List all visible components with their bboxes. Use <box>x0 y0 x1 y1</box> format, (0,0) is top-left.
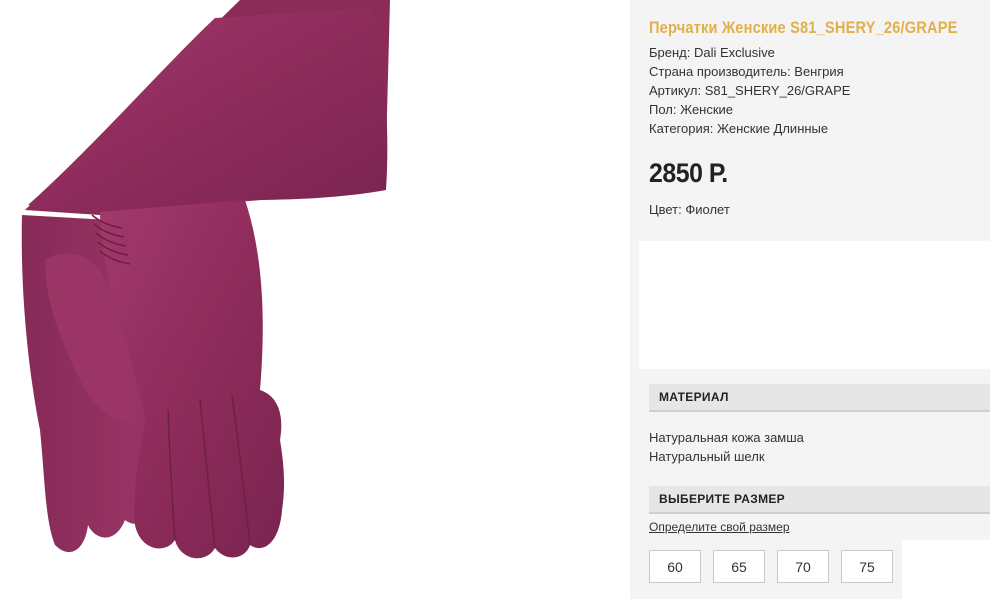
material-list: Натуральная кожа замша Натуральный шелк <box>649 428 804 466</box>
country-text: Страна производитель: Венгрия <box>649 64 844 79</box>
size-option-60[interactable]: 60 <box>649 550 701 583</box>
product-meta: Бренд: Dali Exclusive Страна производите… <box>649 43 850 138</box>
size-options: 60 65 70 75 <box>649 550 893 583</box>
product-image <box>0 0 630 599</box>
glove-illustration <box>21 0 390 559</box>
blank-content-box <box>639 241 990 369</box>
size-guide-link[interactable]: Определите свой размер <box>649 520 790 534</box>
size-option-70[interactable]: 70 <box>777 550 829 583</box>
category-text: Категория: Женские Длинные <box>649 121 829 136</box>
material-item: Натуральная кожа замша <box>649 430 804 445</box>
product-color: Цвет: Фиолет <box>649 202 730 217</box>
material-item: Натуральный шелк <box>649 449 765 464</box>
brand-text: Бренд: Dali Exclusive <box>649 45 775 60</box>
gender-text: Пол: Женские <box>649 102 734 117</box>
product-info-panel: Перчатки Женские S81_SHERY_26/GRAPE Брен… <box>630 0 990 599</box>
size-option-75[interactable]: 75 <box>841 550 893 583</box>
blank-patch <box>902 540 990 599</box>
size-header: ВЫБЕРИТЕ РАЗМЕР <box>649 486 990 514</box>
size-option-65[interactable]: 65 <box>713 550 765 583</box>
product-title: Перчатки Женские S81_SHERY_26/GRAPE <box>649 18 958 37</box>
article-text: Артикул: S81_SHERY_26/GRAPE <box>649 83 851 98</box>
material-header: МАТЕРИАЛ <box>649 384 990 412</box>
product-price: 2850 Р. <box>649 158 728 188</box>
